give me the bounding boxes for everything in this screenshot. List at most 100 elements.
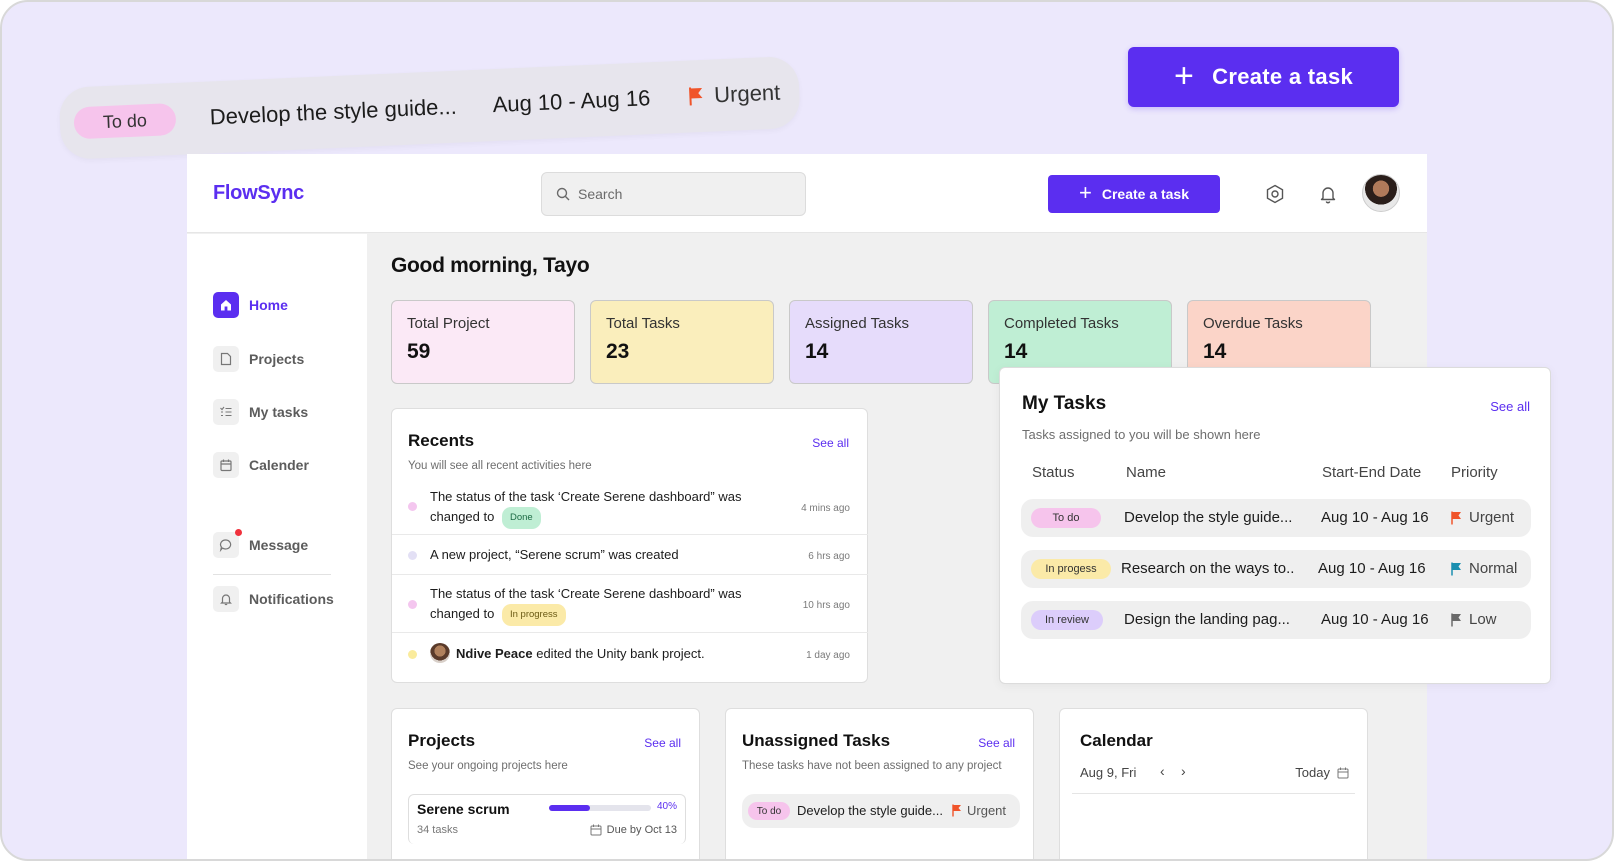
task-priority: Urgent bbox=[952, 803, 1006, 818]
recent-time: 1 day ago bbox=[806, 650, 850, 661]
bell-icon[interactable] bbox=[1316, 182, 1340, 206]
list-item[interactable]: The status of the task ‘Create Serene da… bbox=[392, 481, 868, 535]
avatar bbox=[430, 643, 450, 663]
stat-value: 23 bbox=[606, 340, 630, 363]
sidebar-item-label: Notifications bbox=[249, 591, 334, 607]
recent-message: The status of the task ‘Create Serene da… bbox=[430, 586, 742, 621]
stat-card-total-project[interactable]: Total Project 59 bbox=[391, 300, 575, 384]
project-name: Serene scrum bbox=[417, 801, 510, 817]
unassigned-title: Unassigned Tasks bbox=[742, 731, 891, 750]
project-progress-label: 40% bbox=[656, 801, 677, 812]
search-box[interactable] bbox=[541, 172, 806, 216]
projects-title: Projects bbox=[408, 731, 476, 750]
list-item[interactable]: The status of the task ‘Create Serene da… bbox=[392, 575, 868, 633]
calendar-date: Aug 9, Fri bbox=[1080, 765, 1137, 780]
table-row[interactable]: To do Develop the style guide... Aug 10 … bbox=[1021, 499, 1531, 537]
sidebar-item-calender[interactable]: Calender bbox=[213, 452, 309, 478]
top-bar: FlowSync + Create a task bbox=[187, 154, 1427, 233]
search-icon bbox=[556, 187, 570, 201]
unassigned-subtitle: These tasks have not been assigned to an… bbox=[742, 760, 1002, 772]
flag-icon bbox=[1451, 511, 1461, 524]
app-logo[interactable]: FlowSync bbox=[213, 182, 304, 205]
sidebar-item-projects[interactable]: Projects bbox=[213, 346, 304, 372]
recent-actor: Ndive Peace bbox=[456, 646, 533, 661]
stat-label: Completed Tasks bbox=[1004, 315, 1119, 332]
user-avatar[interactable] bbox=[1362, 174, 1400, 212]
floating-create-task-button[interactable]: + Create a task bbox=[1128, 47, 1399, 107]
flag-icon bbox=[688, 87, 703, 106]
task-dates: Aug 10 - Aug 16 bbox=[1321, 611, 1429, 628]
page-frame: + Create a task To do Develop the style … bbox=[0, 0, 1614, 861]
today-label: Today bbox=[1295, 765, 1330, 780]
projects-card: Projects See your ongoing projects here … bbox=[391, 708, 700, 859]
sidebar-item-label: Calender bbox=[249, 457, 309, 473]
floating-create-task-label: Create a task bbox=[1212, 64, 1354, 89]
task-name: Develop the style guide... bbox=[209, 93, 458, 130]
create-task-button[interactable]: + Create a task bbox=[1048, 175, 1220, 213]
projects-subtitle: See your ongoing projects here bbox=[408, 760, 568, 772]
stat-value: 14 bbox=[805, 340, 829, 363]
recent-time: 10 hrs ago bbox=[802, 600, 850, 611]
sidebar-item-label: Projects bbox=[249, 351, 305, 367]
stat-card-total-tasks[interactable]: Total Tasks 23 bbox=[590, 300, 774, 384]
project-due: Due by Oct 13 bbox=[590, 824, 677, 836]
page-title: Good morning, Tayo bbox=[391, 254, 590, 277]
message-icon bbox=[213, 529, 242, 558]
recent-message: The status of the task ‘Create Serene da… bbox=[430, 489, 742, 524]
recents-see-all-link[interactable]: See all bbox=[812, 436, 849, 450]
calendar-divider bbox=[1072, 793, 1355, 794]
flag-icon bbox=[1451, 613, 1461, 626]
status-badge: To do bbox=[1031, 508, 1101, 528]
status-dot bbox=[408, 600, 417, 609]
today-button[interactable]: Today bbox=[1295, 765, 1349, 780]
bell-icon bbox=[213, 586, 239, 612]
chevron-left-icon[interactable]: ‹ bbox=[1160, 763, 1165, 779]
status-badge: In progess bbox=[1031, 559, 1111, 579]
recent-message: edited the Unity bank project. bbox=[532, 646, 705, 661]
sidebar: Home Projects My tasks Calender Message … bbox=[187, 234, 367, 859]
stat-label: Overdue Tasks bbox=[1203, 315, 1303, 332]
project-item[interactable]: Serene scrum 40% 34 tasks Due by Oct 13 bbox=[408, 794, 686, 844]
flag-icon bbox=[1451, 562, 1461, 575]
task-priority: Normal bbox=[1451, 560, 1517, 577]
status-badge: In review bbox=[1031, 610, 1103, 630]
recents-subtitle: You will see all recent activities here bbox=[408, 460, 592, 472]
sidebar-divider bbox=[213, 574, 331, 575]
column-header-priority: Priority bbox=[1451, 464, 1498, 481]
unread-dot bbox=[235, 529, 242, 536]
sidebar-item-my-tasks[interactable]: My tasks bbox=[213, 399, 308, 425]
status-badge: To do bbox=[748, 802, 790, 820]
stat-card-assigned-tasks[interactable]: Assigned Tasks 14 bbox=[789, 300, 973, 384]
sidebar-item-home[interactable]: Home bbox=[213, 292, 288, 318]
list-item[interactable]: A new project, “Serene scrum” was create… bbox=[392, 535, 868, 575]
table-row[interactable]: In progess Research on the ways to.. Aug… bbox=[1021, 550, 1531, 588]
unassigned-see-all-link[interactable]: See all bbox=[978, 736, 1015, 750]
sidebar-item-notifications[interactable]: Notifications bbox=[213, 586, 334, 612]
floating-task-row[interactable]: To do Develop the style guide... Aug 10 … bbox=[58, 55, 801, 160]
projects-see-all-link[interactable]: See all bbox=[644, 736, 681, 750]
my-tasks-see-all-link[interactable]: See all bbox=[1490, 399, 1530, 414]
stat-label: Total Tasks bbox=[606, 315, 680, 332]
folder-icon bbox=[213, 346, 239, 372]
search-input[interactable] bbox=[578, 186, 778, 202]
recents-title: Recents bbox=[408, 431, 475, 450]
list-item[interactable]: Ndive Peace edited the Unity bank projec… bbox=[392, 633, 868, 679]
settings-icon[interactable] bbox=[1263, 182, 1287, 206]
stat-value: 59 bbox=[407, 340, 431, 363]
plus-icon: + bbox=[1078, 180, 1092, 205]
status-badge: Done bbox=[501, 507, 541, 529]
table-row[interactable]: In review Design the landing pag... Aug … bbox=[1021, 601, 1531, 639]
calendar-icon bbox=[1337, 767, 1349, 778]
calendar-icon bbox=[590, 824, 602, 836]
chevron-right-icon[interactable]: › bbox=[1181, 763, 1186, 779]
sidebar-item-message[interactable]: Message bbox=[213, 529, 308, 558]
calendar-icon bbox=[213, 452, 239, 478]
task-priority: Urgent bbox=[688, 80, 781, 110]
status-dot bbox=[408, 551, 417, 560]
task-dates: Aug 10 - Aug 16 bbox=[1318, 560, 1426, 577]
unassigned-task-row[interactable]: To do Develop the style guide... Urgent bbox=[742, 794, 1020, 828]
sidebar-item-label: Home bbox=[249, 297, 288, 313]
plus-icon: + bbox=[1173, 56, 1195, 95]
status-dot bbox=[408, 502, 417, 511]
task-name: Develop the style guide... bbox=[797, 803, 943, 818]
